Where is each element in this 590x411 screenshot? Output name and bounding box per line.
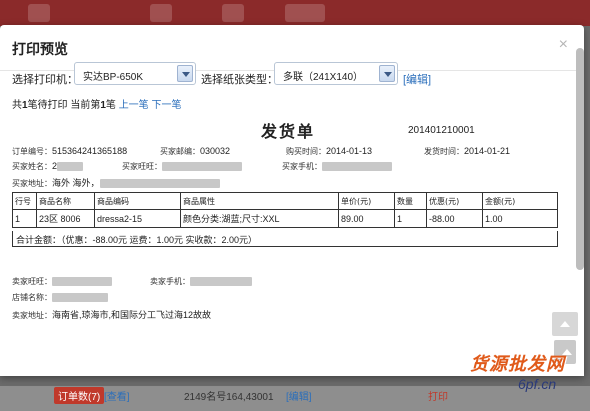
shop-name-row: 店铺名称： bbox=[12, 292, 108, 303]
order-info-row: 订单编号：515364241365188 bbox=[12, 146, 127, 157]
buyer-wangwang-row: 买家旺旺： bbox=[122, 161, 242, 172]
bg-edit-link[interactable]: [编辑] bbox=[286, 388, 312, 403]
col-header: 商品名称 bbox=[36, 192, 95, 210]
cell-product-name: 23区 8006 bbox=[36, 209, 95, 228]
paper-label: 选择纸张类型： bbox=[201, 74, 278, 86]
app-nav-icon[interactable] bbox=[285, 4, 325, 22]
buyer-name-label: 买家姓名： bbox=[12, 162, 52, 171]
paper-select[interactable]: 多联（241X140） bbox=[274, 62, 398, 85]
redacted-block bbox=[52, 293, 108, 303]
prev-order-link[interactable]: 上一笔 bbox=[119, 100, 149, 111]
bg-row-text: 2149名号164,43001 bbox=[184, 392, 274, 403]
totals-row: 合计金额：（优惠：-88.00元 运费：1.00元 实收款：2.00元） bbox=[12, 231, 558, 247]
buyer-name-row: 买家姓名：2 bbox=[12, 161, 84, 172]
cell-amount: 1.00 bbox=[482, 209, 558, 228]
ship-time-label: 发货时间： bbox=[424, 147, 464, 156]
redacted-block bbox=[52, 277, 112, 287]
buyer-wangwang-label: 买家旺旺： bbox=[122, 162, 162, 171]
seller-phone-label: 卖家手机： bbox=[150, 277, 190, 286]
col-header: 优惠(元) bbox=[426, 192, 483, 210]
cell-quantity: 1 bbox=[394, 209, 427, 228]
invoice-number: 201401210001 bbox=[408, 125, 475, 136]
redacted-block bbox=[57, 162, 84, 172]
seller-address-row: 卖家地址：海南省,琼海市,和国际分工飞过海12故故 bbox=[12, 308, 211, 321]
ship-time-row: 发货时间：2014-01-21 bbox=[424, 146, 510, 157]
scroll-top-button[interactable] bbox=[552, 312, 578, 336]
buyer-phone-label: 买家手机： bbox=[282, 162, 322, 171]
modal-scrollbar-thumb[interactable] bbox=[576, 48, 584, 270]
seller-address-label: 卖家地址： bbox=[12, 311, 52, 320]
buyer-address-row: 买家地址：海外 海外， bbox=[12, 176, 220, 189]
watermark-logo: 货源批发网 bbox=[470, 354, 565, 374]
buyer-email-label: 买家邮编： bbox=[160, 147, 200, 156]
status-mid-text: 笔待打印 当前第 bbox=[27, 100, 101, 111]
redacted-block bbox=[99, 179, 220, 189]
purchase-time-label: 购买时间： bbox=[286, 147, 326, 156]
items-table: 行号 商品名称 商品编码 商品属性 单价(元) 数量 优惠(元) 金额(元) 1… bbox=[12, 192, 558, 228]
table-header-row: 行号 商品名称 商品编码 商品属性 单价(元) 数量 优惠(元) 金额(元) bbox=[12, 192, 558, 210]
cell-unit-price: 89.00 bbox=[338, 209, 395, 228]
printer-select[interactable]: 实达BP-650K bbox=[74, 62, 196, 85]
cell-row-no: 1 bbox=[12, 209, 37, 228]
seller-phone-row: 卖家手机： bbox=[150, 276, 252, 287]
bg-print-text[interactable]: 打印 bbox=[428, 388, 448, 403]
cell-product-attr: 颜色分类:湖蓝;尺寸:XXL bbox=[180, 209, 339, 228]
table-row: 1 23区 8006 dressa2-15 颜色分类:湖蓝;尺寸:XXL 89.… bbox=[12, 209, 558, 228]
redacted-block bbox=[322, 162, 392, 172]
view-link[interactable]: [查看] bbox=[104, 388, 130, 403]
purchase-time: 2014-01-13 bbox=[326, 146, 373, 156]
buyer-email: 030032 bbox=[200, 146, 231, 156]
paper-select-value: 多联（241X140） bbox=[283, 72, 364, 83]
status-total-prefix: 共 bbox=[12, 100, 22, 111]
seller-wangwang-label: 卖家旺旺： bbox=[12, 277, 52, 286]
modal-title: 打印预览 bbox=[12, 41, 68, 57]
order-no: 515364241365188 bbox=[52, 146, 128, 156]
col-header: 金额(元) bbox=[482, 192, 558, 210]
app-nav-icon[interactable] bbox=[28, 4, 50, 22]
redacted-block bbox=[190, 277, 252, 287]
seller-wangwang-row: 卖家旺旺： bbox=[12, 276, 112, 287]
buyer-address: 海外 海外， bbox=[52, 178, 100, 188]
order-no-label: 订单编号： bbox=[12, 147, 52, 156]
redacted-block bbox=[162, 162, 242, 172]
print-status: 共1笔待打印 当前第1笔 上一笔 下一笔 bbox=[12, 96, 181, 111]
app-nav-icon[interactable] bbox=[150, 4, 172, 22]
col-header: 商品编码 bbox=[94, 192, 181, 210]
app-nav-icon[interactable] bbox=[222, 4, 244, 22]
buyer-address-label: 买家地址： bbox=[12, 179, 52, 188]
next-order-link[interactable]: 下一笔 bbox=[151, 100, 181, 111]
col-header: 商品属性 bbox=[180, 192, 339, 210]
cell-discount: -88.00 bbox=[426, 209, 483, 228]
col-header: 行号 bbox=[12, 192, 37, 210]
purchase-time-row: 购买时间：2014-01-13 bbox=[286, 146, 372, 157]
col-header: 单价(元) bbox=[338, 192, 395, 210]
app-top-bar bbox=[0, 0, 590, 26]
watermark-url: 6pf.cn bbox=[518, 376, 557, 392]
printer-toolbar: 选择打印机： 实达BP-650K 选择纸张类型： 多联（241X140） [编辑… bbox=[12, 62, 572, 88]
chevron-down-icon[interactable] bbox=[177, 65, 193, 82]
cell-product-code: dressa2-15 bbox=[94, 209, 181, 228]
shop-name-label: 店铺名称： bbox=[12, 293, 52, 302]
chevron-down-icon[interactable] bbox=[379, 65, 395, 82]
invoice-title: 发货单 bbox=[261, 124, 316, 141]
order-count-badge[interactable]: 订单数(7) bbox=[54, 387, 105, 404]
seller-address: 海南省,琼海市,和国际分工飞过海12故故 bbox=[52, 310, 212, 320]
status-current-suffix: 笔 bbox=[105, 100, 116, 111]
close-icon[interactable]: × bbox=[559, 36, 568, 54]
printer-select-value: 实达BP-650K bbox=[83, 72, 144, 83]
buyer-phone-row: 买家手机： bbox=[282, 161, 392, 172]
buyer-email-row: 买家邮编：030032 bbox=[160, 146, 230, 157]
ship-time: 2014-01-21 bbox=[464, 146, 511, 156]
col-header: 数量 bbox=[394, 192, 427, 210]
edit-paper-link[interactable]: [编辑] bbox=[403, 71, 431, 87]
printer-label: 选择打印机： bbox=[12, 74, 78, 86]
